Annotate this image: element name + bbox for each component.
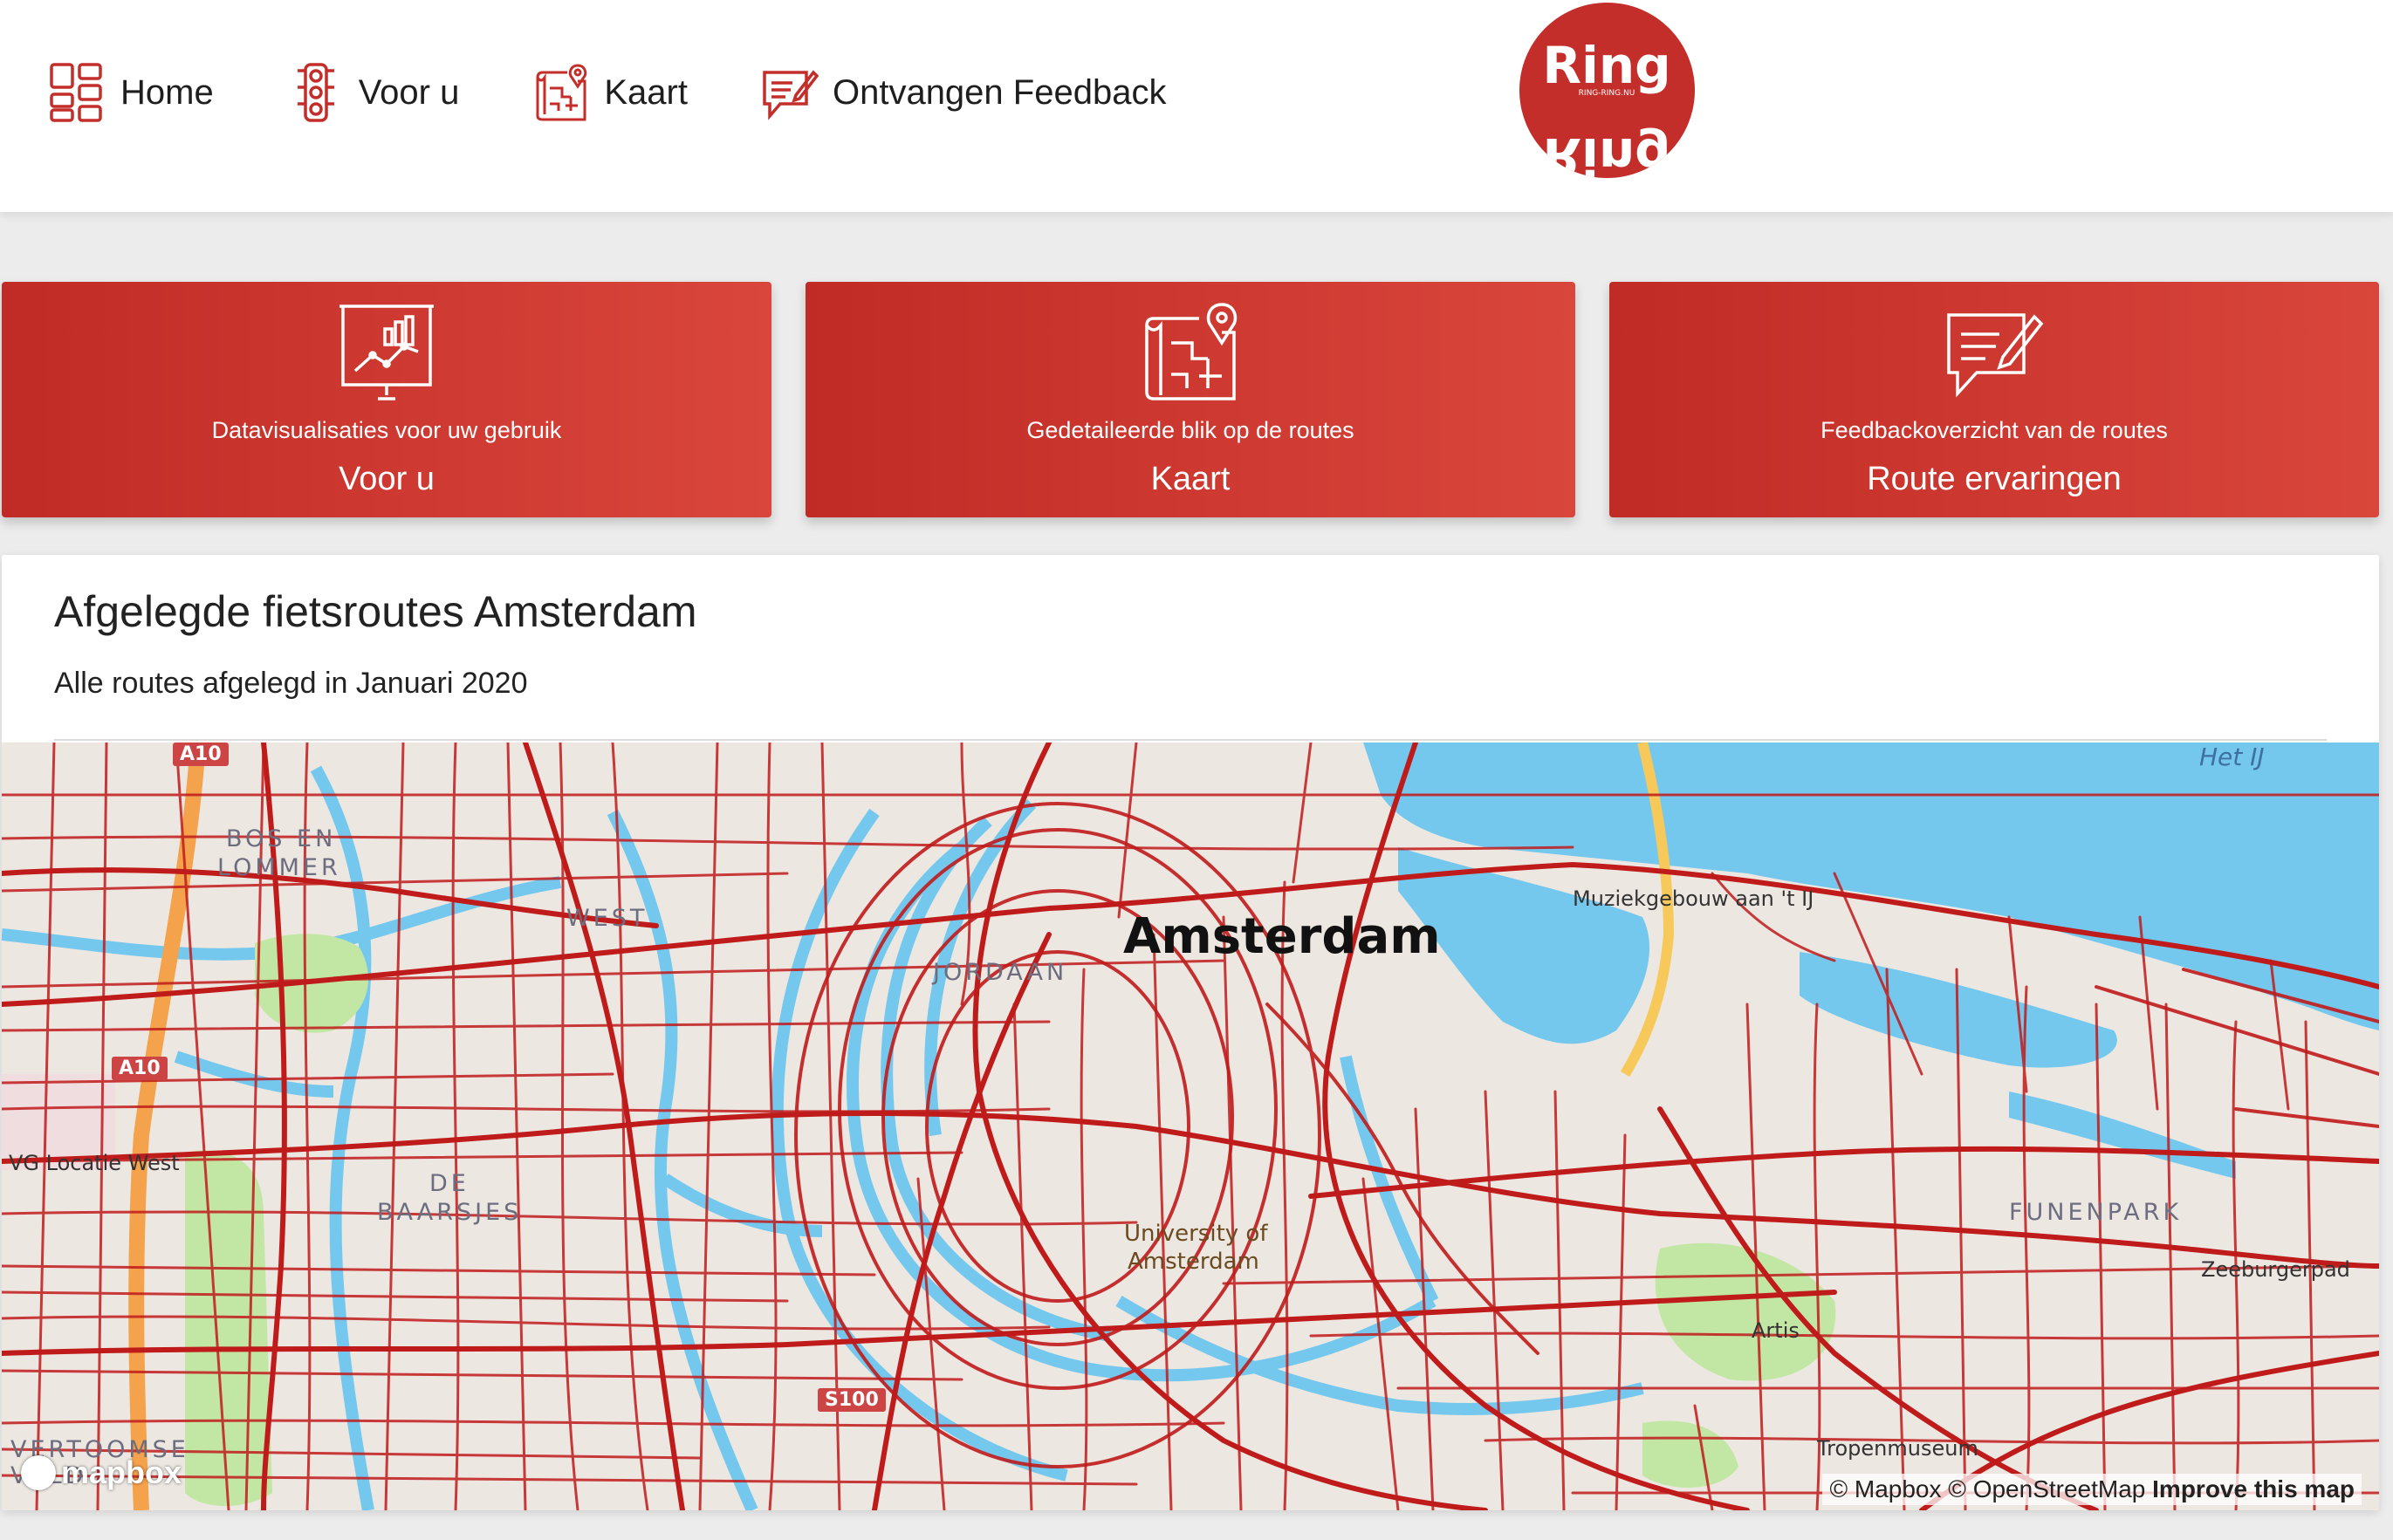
improve-map-link[interactable]: Improve this map (2152, 1475, 2355, 1502)
card-kaart-subtitle: Gedetaileerde blik op de routes (1026, 417, 1354, 443)
mapbox-logo-text: mapbox (61, 1454, 182, 1490)
map-label-locatie-west: VG Locatie West (9, 1151, 180, 1175)
map-label-muziekgebouw: Muziekgebouw aan 't IJ (1573, 886, 1814, 911)
route-map[interactable]: Amsterdam BOS EN LOMMER WEST JORDAAN DE … (2, 743, 2379, 1510)
nav-home[interactable]: Home (49, 62, 214, 123)
map-road-shield-s100: S100 (818, 1388, 886, 1412)
nav-voor-u-label: Voor u (358, 72, 460, 112)
card-voor-u-title: Voor u (339, 461, 435, 497)
map-label-university-2: Amsterdam (1128, 1249, 1259, 1275)
map-road-shield-a10: A10 (112, 1057, 168, 1080)
map-label-zeeburgerpad: Zeeburgerpad (2201, 1257, 2350, 1282)
nav-kaart[interactable]: Kaart (532, 62, 688, 123)
card-kaart[interactable]: Gedetaileerde blik op de routes Kaart (806, 282, 1575, 517)
map-label-lommer: LOMMER (217, 854, 341, 881)
logo-graphic: Ring RING-RING.NU Ring (1542, 36, 1670, 178)
top-navigation-bar: Home Voor u Kaart Ontvangen Feedback Rin… (0, 0, 2393, 212)
map-label-funenpark: FUNENPARK (2009, 1199, 2183, 1226)
presentation-chart-icon (339, 305, 434, 400)
panel-divider (54, 739, 2327, 741)
map-label-west: WEST (566, 905, 648, 932)
park-artis (1655, 1242, 1836, 1381)
card-route-ervaringen[interactable]: Feedbackoverzicht van de routes Route er… (1609, 282, 2379, 517)
map-label-artis: Artis (1752, 1318, 1800, 1343)
traffic-light-icon (297, 63, 334, 122)
map-label-het-ij: Het IJ (2199, 743, 2265, 771)
panel-subtitle: Alle routes afgelegd in Januari 2020 (54, 667, 528, 700)
map-label-jordaan: JORDAAN (933, 959, 1068, 986)
logo-ring-bottom: Ring (1542, 127, 1670, 178)
logo-ring-top: Ring (1542, 36, 1670, 95)
map-label-de: DE (429, 1170, 470, 1197)
attribution-osm-link[interactable]: © OpenStreetMap (1948, 1475, 2145, 1502)
nav-ontvangen-feedback[interactable]: Ontvangen Feedback (761, 62, 1166, 123)
map-attribution: © Mapbox © OpenStreetMap Improve this ma… (1822, 1474, 2362, 1505)
nav-home-label: Home (120, 72, 214, 112)
nav-feedback-label: Ontvangen Feedback (832, 72, 1167, 112)
grid-icon (50, 63, 102, 122)
map-pin-icon (1145, 303, 1238, 400)
map-label-amsterdam: Amsterdam (1123, 908, 1441, 965)
nav-kaart-label: Kaart (604, 72, 688, 112)
map-label-tropenmuseum: Tropenmuseum (1817, 1436, 1978, 1461)
map-base-layer (2, 743, 2379, 1510)
card-voor-u[interactable]: Datavisualisaties voor uw gebruik Voor u (2, 282, 771, 517)
map-label-baarsjes: BAARSJES (377, 1199, 523, 1226)
park-oosterpark (1642, 1420, 1738, 1488)
panel-title: Afgelegde fietsroutes Amsterdam (54, 587, 697, 636)
attribution-mapbox-link[interactable]: © Mapbox (1829, 1475, 1941, 1502)
feedback-pen-icon (1947, 313, 2044, 398)
map-pin-icon (536, 64, 587, 121)
nav-voor-u[interactable]: Voor u (287, 62, 460, 123)
card-route-ervaringen-subtitle: Feedbackoverzicht van de routes (1820, 417, 2168, 443)
mapbox-logo[interactable]: mapbox (21, 1454, 182, 1491)
map-road-shield-a10-top: A10 (173, 743, 229, 766)
routes-panel: Afgelegde fietsroutes Amsterdam Alle rou… (2, 555, 2379, 1510)
card-kaart-title: Kaart (1150, 461, 1231, 497)
main-nav: Home Voor u Kaart Ontvangen Feedback (49, 58, 1239, 127)
card-route-ervaringen-title: Route ervaringen (1867, 461, 2122, 497)
map-label-bos-en: BOS EN (226, 825, 337, 852)
logo-tagline: RING-RING.NU (1579, 89, 1635, 98)
feedback-pen-icon (763, 70, 819, 120)
water-east-canal (2009, 1092, 2236, 1179)
card-voor-u-subtitle: Datavisualisaties voor uw gebruik (211, 417, 562, 443)
map-label-university-1: University of (1124, 1221, 1268, 1247)
mapbox-logo-icon (21, 1455, 56, 1490)
ring-ring-logo[interactable]: Ring RING-RING.NU Ring (1519, 3, 1695, 178)
